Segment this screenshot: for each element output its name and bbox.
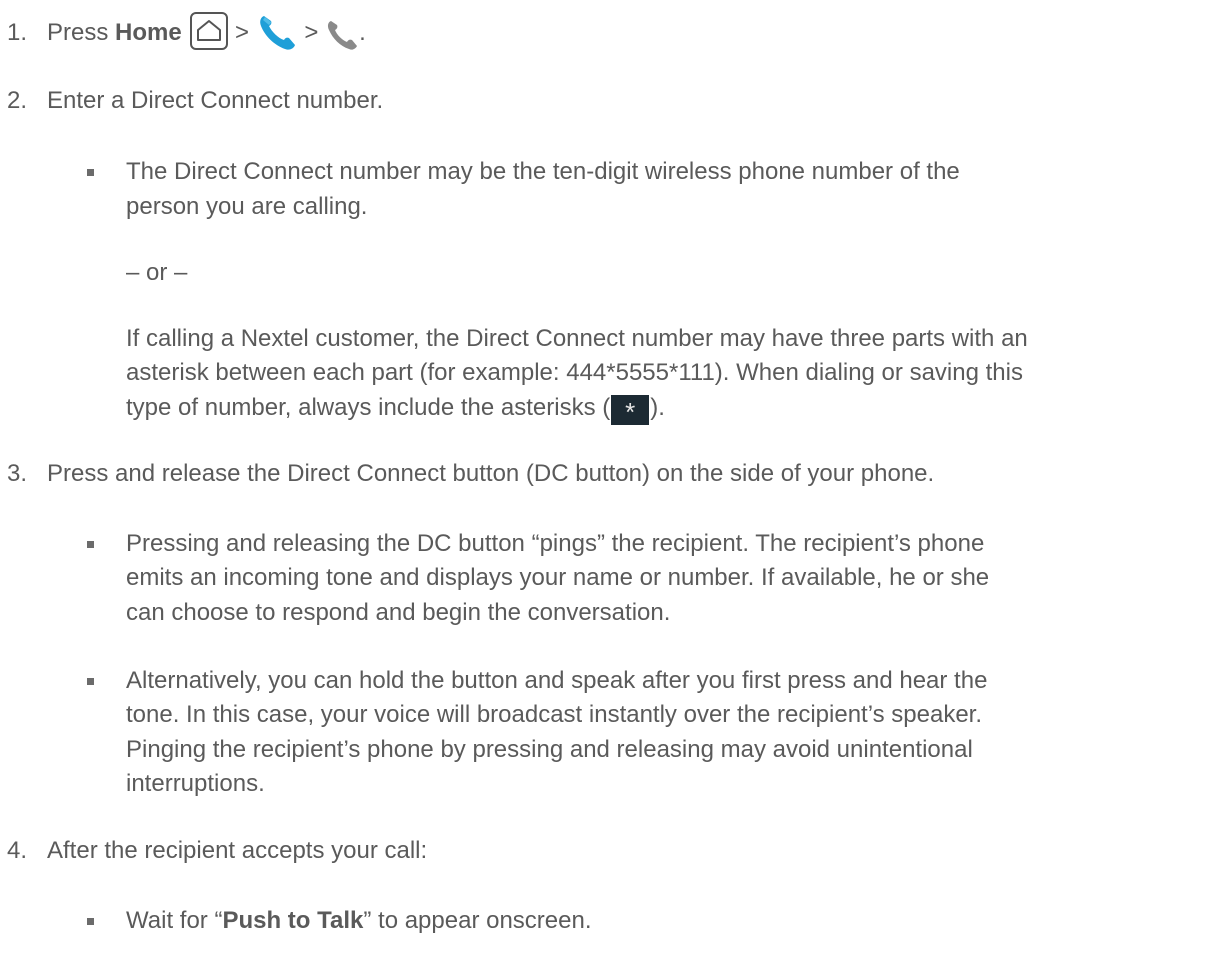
push-to-talk-label: Push to Talk <box>222 907 364 934</box>
step-2: 2. Enter a Direct Connect number. <box>7 84 383 118</box>
step-1: 1. Press Home > > . <box>7 12 366 62</box>
bullet-text: The Direct Connect number may be the ten… <box>126 158 960 185</box>
bullet-text: emits an incoming tone and displays your… <box>126 564 990 591</box>
bullet-text: person you are calling. <box>126 193 368 220</box>
step-end: . <box>359 19 366 46</box>
bullet-marker <box>87 918 94 925</box>
bullet-text: can choose to respond and begin the conv… <box>126 599 671 626</box>
phone-dial-icon <box>325 18 359 62</box>
step-number: 2. <box>7 87 28 114</box>
step-text: Enter a Direct Connect number. <box>47 87 384 114</box>
bullet-text: interruptions. <box>126 770 265 797</box>
bullet-text: Pinging the recipient’s phone by pressin… <box>126 736 973 763</box>
or-separator: – or – <box>126 259 188 286</box>
step-text: After the recipient accepts your call: <box>47 837 428 864</box>
bullet-text: Alternatively, you can hold the button a… <box>126 667 988 694</box>
step-4: 4. After the recipient accepts your call: <box>7 834 427 868</box>
step-3: 3. Press and release the Direct Connect b… <box>7 457 934 491</box>
separator: > <box>297 19 326 46</box>
asterisk-key-icon: * <box>611 395 650 427</box>
bullet-marker <box>87 169 94 176</box>
separator: > <box>228 19 256 46</box>
paragraph-text-prefix: type of number, always include the aster… <box>126 394 611 421</box>
bullet-marker <box>87 678 94 685</box>
paragraph-text: type of number, always include the aster… <box>126 391 665 427</box>
home-label: Home <box>115 19 182 46</box>
bullet-marker <box>87 541 94 548</box>
step-text: Press and release the Direct Connect but… <box>47 460 935 487</box>
paragraph-text: If calling a Nextel customer, the Direct… <box>126 325 1028 352</box>
paragraph-text-suffix: ). <box>650 394 665 421</box>
paragraph-text: asterisk between each part (for example:… <box>126 359 1023 386</box>
bullet-text: tone. In this case, your voice will broa… <box>126 701 982 728</box>
phone-app-icon <box>256 12 298 62</box>
bullet-text: Pressing and releasing the DC button “pi… <box>126 530 985 557</box>
home-icon <box>190 12 229 50</box>
bullet-text-prefix: Wait for “ <box>126 907 223 934</box>
bullet-text-suffix: ” to appear onscreen. <box>363 907 592 934</box>
bullet-text: Wait for “Push to Talk” to appear onscre… <box>126 904 592 938</box>
step-number: 3. <box>7 460 28 487</box>
step-text: Press <box>47 19 116 46</box>
step-number: 1. <box>7 19 28 46</box>
step-number: 4. <box>7 837 28 864</box>
